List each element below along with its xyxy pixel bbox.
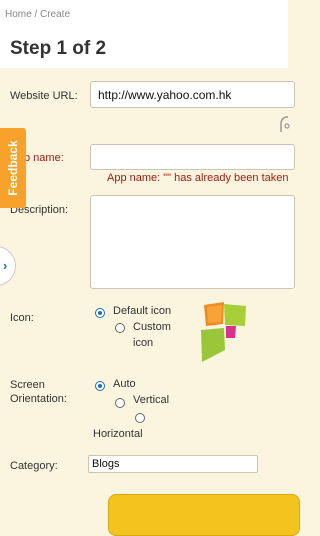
header: Home / Create Step 1 of 2 xyxy=(0,0,288,68)
app-name-error: App name: "" has already been taken xyxy=(107,172,289,184)
radio-custom-icon-label-1: Custom xyxy=(133,321,171,333)
radio-default-icon[interactable] xyxy=(95,308,105,318)
breadcrumb[interactable]: Home / Create xyxy=(5,9,70,20)
app-icon-preview xyxy=(201,302,246,362)
category-value: Blogs xyxy=(92,458,120,470)
side-panel-toggle[interactable]: › xyxy=(0,246,16,286)
orientation-label-line1: Screen xyxy=(10,379,45,391)
radio-vertical-label: Vertical xyxy=(133,394,170,406)
radio-custom-icon-label-2: icon xyxy=(133,337,154,349)
app-name-label: p name: xyxy=(24,152,64,164)
website-url-value: http://www.yahoo.com.hk xyxy=(98,88,232,102)
category-select[interactable]: Blogs xyxy=(88,455,258,473)
radio-auto-label: Auto xyxy=(113,378,136,390)
website-url-input[interactable]: http://www.yahoo.com.hk xyxy=(90,81,295,108)
icon-label: Icon: xyxy=(10,312,34,324)
radio-custom-icon[interactable] xyxy=(115,323,125,333)
radio-horizontal[interactable] xyxy=(135,413,145,423)
app-name-input[interactable] xyxy=(90,144,295,170)
orientation-label-line2: Orientation: xyxy=(10,393,67,405)
description-textarea[interactable] xyxy=(90,195,295,289)
website-url-label: Website URL: xyxy=(10,90,78,102)
radio-vertical[interactable] xyxy=(115,398,125,408)
device-icon xyxy=(280,116,290,132)
feedback-tab-label: Feedback xyxy=(6,140,20,196)
radio-default-icon-label: Default icon xyxy=(113,305,172,317)
chevron-right-icon: › xyxy=(3,258,8,273)
radio-horizontal-label: Horizontal xyxy=(93,428,143,440)
radio-auto[interactable] xyxy=(95,381,105,391)
category-label: Category: xyxy=(10,460,58,472)
feedback-tab[interactable]: Feedback xyxy=(0,128,26,208)
page-title: Step 1 of 2 xyxy=(10,38,107,59)
next-button[interactable] xyxy=(108,494,300,536)
